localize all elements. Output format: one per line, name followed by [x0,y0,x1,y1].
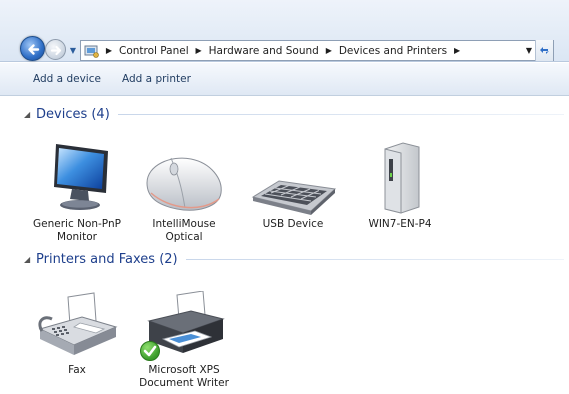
breadcrumb-separator[interactable]: ▶ [323,46,335,55]
refresh-button[interactable] [535,40,553,61]
device-fax[interactable]: Fax [31,283,123,377]
back-button[interactable] [20,36,45,61]
device-generic-monitor[interactable]: Generic Non-PnP Monitor [31,137,123,244]
default-printer-check-icon [140,341,160,361]
breadcrumb-separator[interactable]: ▶ [103,46,115,55]
printer-icon [138,283,230,361]
device-usb-keyboard[interactable]: USB Device [247,137,339,231]
forward-arrow-icon [50,45,62,56]
device-label: Fax [68,364,86,376]
breadcrumb-hardware-and-sound[interactable]: Hardware and Sound [205,45,323,57]
control-panel-icon [81,41,103,60]
device-label: WIN7-EN-P4 [368,218,432,230]
printers-group-title: Printers and Faxes (2) [36,251,178,267]
address-area: ▼ ▶ Control Panel ▶ Hardware and Sound ▶… [0,0,569,62]
add-device-button[interactable]: Add a device [33,73,101,85]
command-bar: Add a device Add a printer [0,63,569,96]
address-history-dropdown[interactable]: ▼ [523,43,535,58]
breadcrumb-separator[interactable]: ▶ [451,46,463,55]
breadcrumb-control-panel[interactable]: Control Panel [115,45,193,57]
device-label: USB Device [262,218,324,230]
collapse-arrow-icon[interactable]: ◢ [24,255,36,264]
collapse-arrow-icon[interactable]: ◢ [24,110,36,119]
device-label: Generic Non-PnP Monitor [33,218,121,243]
group-divider [117,113,564,115]
add-printer-button[interactable]: Add a printer [122,73,191,85]
breadcrumb-devices-and-printers[interactable]: Devices and Printers [335,45,451,57]
keyboard-icon [247,137,339,215]
breadcrumb-separator[interactable]: ▶ [193,46,205,55]
device-intellimouse[interactable]: IntelliMouse Optical [138,137,230,244]
address-box[interactable]: ▶ Control Panel ▶ Hardware and Sound ▶ D… [80,40,554,61]
devices-group-title: Devices (4) [36,106,110,122]
device-label: IntelliMouse Optical [152,218,216,243]
refresh-icon [540,47,549,54]
device-label: Microsoft XPS Document Writer [139,364,229,389]
mouse-icon [138,137,230,215]
forward-button[interactable] [45,39,66,60]
printers-group-header[interactable]: ◢ Printers and Faxes (2) [24,250,564,268]
recent-pages-dropdown[interactable]: ▼ [68,46,78,56]
computer-tower-icon [354,137,446,215]
device-win7-computer[interactable]: WIN7-EN-P4 [354,137,446,231]
device-xps-writer[interactable]: Microsoft XPS Document Writer [138,283,230,390]
devices-group-header[interactable]: ◢ Devices (4) [24,105,564,123]
fax-icon [31,283,123,361]
device-view: ◢ Devices (4) Generic Non-PnP Monitor In… [0,97,569,394]
monitor-icon [31,137,123,215]
back-arrow-icon [28,44,40,55]
group-divider [185,258,564,260]
